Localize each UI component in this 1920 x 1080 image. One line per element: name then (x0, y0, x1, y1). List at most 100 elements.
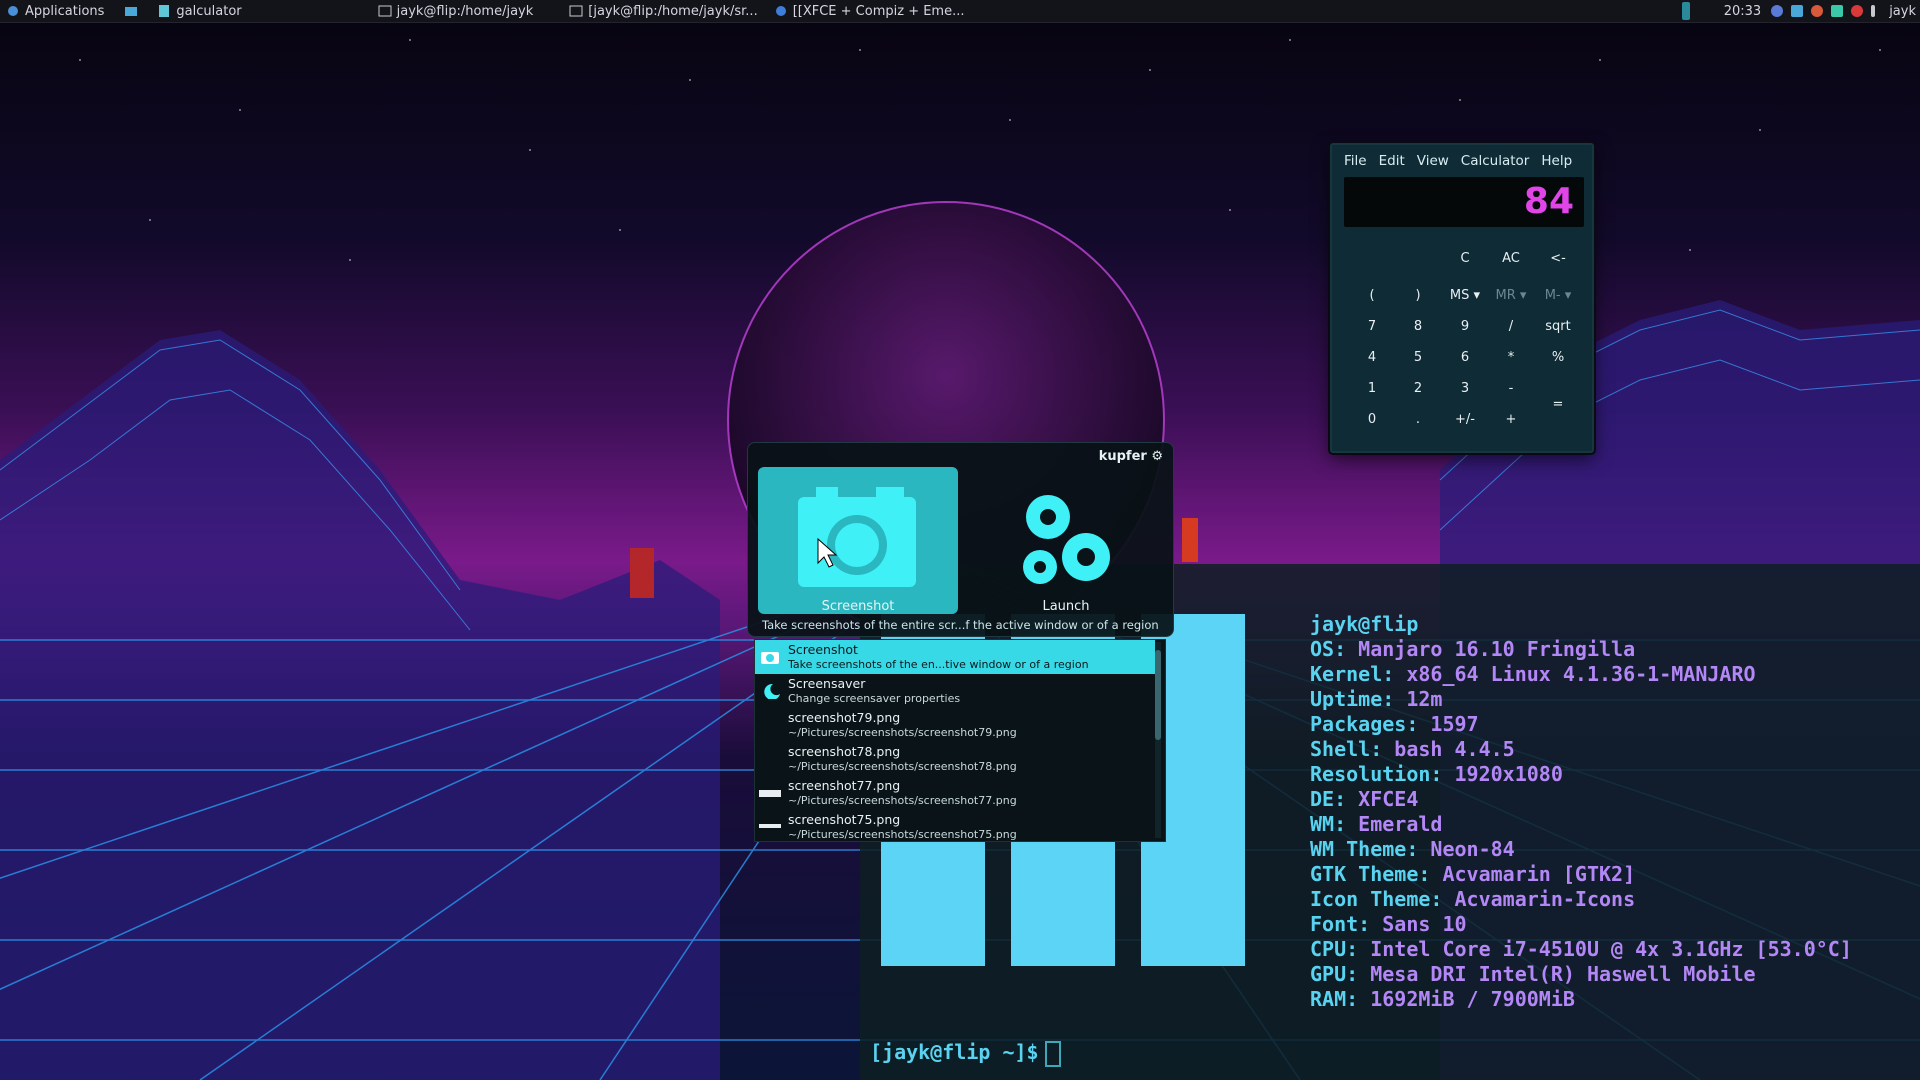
calculator-icon (159, 5, 170, 17)
calculator-window: File Edit View Calculator Help 84 C AC <… (1330, 143, 1594, 453)
result-item-screensaver[interactable]: Screensaver Change screensaver propertie… (755, 674, 1155, 708)
result-item-file[interactable]: screenshot75.png ~/Pictures/screenshots/… (755, 810, 1155, 841)
open-paren-button[interactable]: ( (1352, 284, 1392, 308)
result-item-file[interactable]: screenshot77.png ~/Pictures/screenshots/… (755, 776, 1155, 810)
taskbar-item-terminal[interactable]: jayk@flip:/home/jayk (370, 0, 542, 22)
info-line: Resolution: 1920x1080 (1310, 762, 1563, 786)
digit-5-button[interactable]: 5 (1398, 346, 1438, 370)
user-label[interactable]: jayk (1889, 4, 1916, 19)
info-line: RAM: 1692MiB / 7900MiB (1310, 987, 1575, 1011)
taskbar-item-terminal-2[interactable]: [jayk@flip:/home/jayk/sr... (561, 0, 765, 22)
top-panel: Applications galculator jayk@flip:/home/… (0, 0, 1920, 23)
multiply-button[interactable]: * (1491, 346, 1531, 370)
digit-4-button[interactable]: 4 (1352, 346, 1392, 370)
info-line: Kernel: x86_64 Linux 4.1.36-1-MANJARO (1310, 662, 1756, 686)
backspace-button[interactable]: <- (1538, 247, 1578, 271)
digit-9-button[interactable]: 9 (1445, 315, 1485, 339)
digit-2-button[interactable]: 2 (1398, 377, 1438, 401)
percent-button[interactable]: % (1538, 346, 1578, 370)
kupfer-object-pane[interactable]: Screenshot (758, 467, 958, 614)
menu-calculator[interactable]: Calculator (1461, 153, 1530, 169)
moon-icon (764, 683, 780, 699)
menu-view[interactable]: View (1417, 153, 1449, 169)
kupfer-title[interactable]: kupfer ⚙ (1099, 449, 1163, 464)
menu-help[interactable]: Help (1541, 153, 1572, 169)
negate-button[interactable]: +/- (1445, 408, 1485, 432)
terminal-icon (569, 5, 583, 17)
memory-store-button[interactable]: MS ▾ (1445, 284, 1485, 308)
memory-minus-button[interactable]: M- ▾ (1538, 284, 1578, 308)
image-thumbnail-icon (759, 790, 781, 797)
clipboard-icon[interactable] (1791, 5, 1804, 17)
result-item-file[interactable]: screenshot78.png ~/Pictures/screenshots/… (755, 742, 1155, 776)
power-icon[interactable] (1851, 5, 1864, 17)
folder-icon (125, 7, 138, 16)
chromium-icon[interactable] (1771, 5, 1784, 17)
network-icon[interactable] (1831, 5, 1844, 17)
info-line: Icon Theme: Acvamarin-Icons (1310, 887, 1636, 911)
kupfer-description: Take screenshots of the entire scr...f t… (762, 618, 1159, 632)
digit-7-button[interactable]: 7 (1352, 315, 1392, 339)
info-line: Font: Sans 10 (1310, 912, 1467, 936)
kupfer-results-list[interactable]: Screenshot Take screenshots of the en...… (754, 639, 1166, 842)
calculator-menubar: File Edit View Calculator Help (1332, 145, 1592, 169)
minus-button[interactable]: - (1491, 377, 1531, 401)
info-line: GPU: Mesa DRI Intel(R) Haswell Mobile (1310, 962, 1756, 986)
digit-6-button[interactable]: 6 (1445, 346, 1485, 370)
clear-button[interactable]: C (1445, 247, 1485, 271)
camera-icon (798, 487, 916, 587)
memory-recall-button[interactable]: MR ▾ (1491, 284, 1531, 308)
decimal-button[interactable]: . (1398, 408, 1438, 432)
taskbar-item-galculator[interactable]: galculator (149, 0, 249, 22)
scrollbar-thumb[interactable] (1155, 650, 1161, 740)
kupfer-action-pane[interactable]: Launch (966, 467, 1166, 614)
workspace-icon[interactable] (1681, 2, 1690, 20)
digit-3-button[interactable]: 3 (1445, 377, 1485, 401)
terminal-icon (378, 5, 392, 17)
info-line: GTK Theme: Acvamarin [GTK2] (1310, 862, 1636, 886)
close-paren-button[interactable]: ) (1398, 284, 1438, 308)
update-icon[interactable] (1811, 5, 1824, 17)
all-clear-button[interactable]: AC (1491, 247, 1531, 271)
info-line: Shell: bash 4.4.5 (1310, 737, 1515, 761)
digit-8-button[interactable]: 8 (1398, 315, 1438, 339)
file-manager-launcher[interactable] (118, 0, 149, 22)
gears-icon (1023, 495, 1110, 584)
text-cursor (1044, 1040, 1061, 1067)
info-line: WM: Emerald (1310, 812, 1443, 836)
neofetch-output: jayk@flip OS: Manjaro 16.10 Fringilla Kern… (1310, 612, 1852, 1012)
info-line: OS: Manjaro 16.10 Fringilla (1310, 637, 1636, 661)
info-line: Uptime: 12m (1310, 687, 1443, 711)
applications-menu[interactable]: Applications (0, 0, 110, 22)
result-item-file[interactable]: screenshot79.png ~/Pictures/screenshots/… (755, 708, 1155, 742)
clock[interactable]: 20:33 (1724, 4, 1761, 19)
sqrt-button[interactable]: sqrt (1538, 315, 1578, 339)
menu-file[interactable]: File (1344, 153, 1367, 169)
plus-button[interactable]: + (1491, 408, 1531, 432)
results-scrollbar[interactable] (1155, 642, 1161, 838)
applications-label: Applications (25, 3, 105, 19)
info-line: CPU: Intel Core i7-4510U @ 4x 3.1GHz [53… (1310, 937, 1852, 961)
info-line: Packages: 1597 (1310, 712, 1479, 736)
neofetch-header: jayk@flip (1310, 612, 1419, 636)
taskbar-item-browser[interactable]: [[XFCE + Compiz + Eme... (766, 0, 973, 22)
equals-button[interactable]: = (1538, 393, 1578, 417)
shell-prompt[interactable]: [jayk@flip ~]$ (870, 1040, 1061, 1067)
volume-icon[interactable] (1871, 5, 1876, 17)
system-tray: 20:33 jayk (1678, 0, 1920, 22)
divide-button[interactable]: / (1491, 315, 1531, 339)
digit-0-button[interactable]: 0 (1352, 408, 1392, 432)
calculator-display: 84 (1344, 177, 1584, 227)
action-label: Launch (1042, 599, 1090, 614)
image-thumbnail-icon (759, 824, 781, 828)
object-label: Screenshot (821, 599, 895, 614)
xfce-mouse-icon (8, 6, 18, 16)
result-item-screenshot[interactable]: Screenshot Take screenshots of the en...… (755, 640, 1155, 674)
digit-1-button[interactable]: 1 (1352, 377, 1392, 401)
info-line: WM Theme: Neon-84 (1310, 837, 1515, 861)
camera-icon (761, 652, 779, 664)
info-line: DE: XFCE4 (1310, 787, 1419, 811)
browser-icon (775, 6, 786, 16)
menu-edit[interactable]: Edit (1379, 153, 1405, 169)
kupfer-launcher: kupfer ⚙ Screenshot Launch Take screensh… (747, 442, 1174, 637)
